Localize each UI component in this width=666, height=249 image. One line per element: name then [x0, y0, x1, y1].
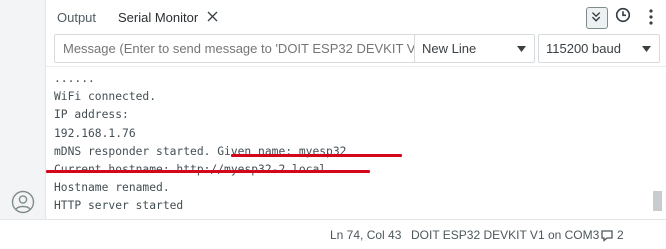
message-input[interactable] — [54, 34, 454, 63]
scrollbar[interactable] — [652, 67, 666, 219]
output-line: mDNS responder started. Given name: myes… — [54, 144, 347, 158]
output-line: IP address: — [54, 108, 129, 122]
highlight-underline-given-name — [231, 154, 402, 157]
activity-gutter — [0, 0, 46, 249]
board-port-status[interactable]: DOIT ESP32 DEVKIT V1 on COM3 — [411, 220, 599, 249]
chevron-down-icon — [517, 46, 526, 52]
output-line: WiFi connected. — [54, 90, 157, 104]
line-ending-select[interactable]: New Line — [414, 34, 535, 63]
baud-rate-value: 115200 baud — [546, 41, 621, 56]
tab-output[interactable]: Output — [57, 0, 96, 34]
line-ending-value: New Line — [422, 41, 477, 56]
highlight-underline-hostname — [46, 170, 370, 173]
output-line: HTTP server started — [54, 199, 184, 213]
panel-tabs: Output Serial Monitor — [46, 0, 666, 34]
notification-icon[interactable] — [600, 228, 614, 242]
output-line: 192.168.1.76 — [54, 126, 136, 140]
account-icon[interactable] — [11, 190, 35, 214]
serial-input-row: New Line 115200 baud — [46, 34, 666, 66]
output-line: Hostname renamed. — [54, 181, 170, 195]
clock-icon[interactable] — [615, 7, 631, 23]
notification-count: 2 — [617, 228, 624, 242]
cursor-position[interactable]: Ln 74, Col 43 — [330, 220, 401, 249]
serial-output[interactable]: ...... WiFi connected. IP address: 192.1… — [46, 66, 666, 219]
baud-rate-select[interactable]: 115200 baud — [538, 34, 660, 63]
status-bar: Ln 74, Col 43 DOIT ESP32 DEVKIT V1 on CO… — [0, 219, 666, 249]
timestamp-toggle-icon — [591, 12, 601, 22]
output-line: ...... — [54, 72, 95, 85]
chevron-down-icon — [642, 46, 651, 52]
tab-serial-monitor[interactable]: Serial Monitor — [118, 0, 198, 34]
scrollbar-thumb[interactable] — [653, 191, 662, 211]
timestamp-toggle-button[interactable] — [586, 7, 608, 29]
close-icon[interactable] — [206, 10, 219, 23]
output-lines: ...... WiFi connected. IP address: 192.1… — [54, 70, 346, 216]
more-icon[interactable] — [641, 6, 661, 28]
